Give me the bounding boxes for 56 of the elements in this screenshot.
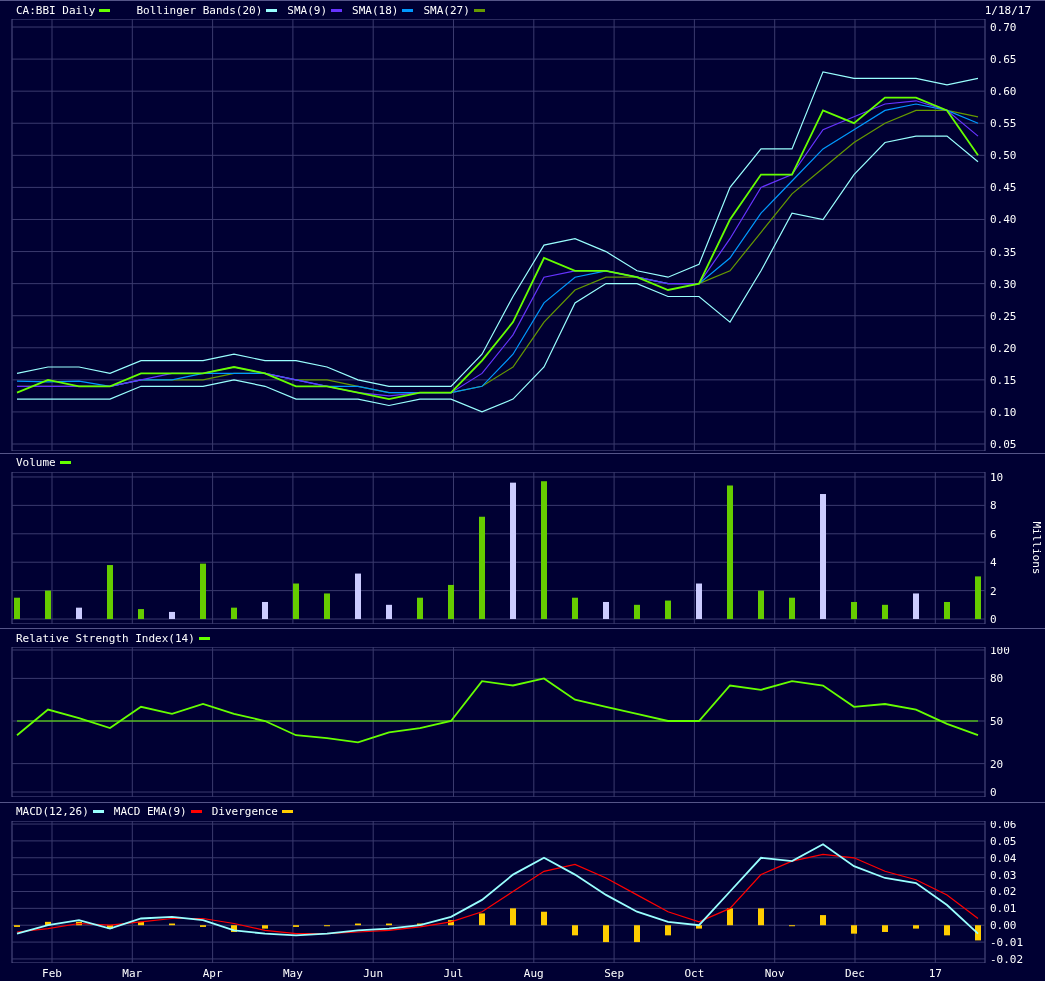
axis-label: May: [282, 966, 303, 980]
tick-label: 20: [990, 757, 1004, 771]
axis-label: Feb: [42, 966, 62, 980]
tick-label: -0.01: [990, 935, 1024, 949]
axis-label: Mar: [122, 966, 143, 980]
tick-label: 0.40: [990, 213, 1017, 227]
tick-label: 0.55: [990, 117, 1017, 131]
tick-label: 2: [990, 584, 997, 598]
axis-title: Millions: [1030, 521, 1043, 575]
axis-label: Nov: [764, 966, 785, 980]
tick-label: -0.02: [990, 952, 1024, 963]
tick-label: 0.05: [990, 438, 1017, 451]
tick-label: 0.45: [990, 181, 1017, 195]
legend-label: Volume: [16, 457, 56, 469]
tick-label: 0.02: [990, 885, 1017, 899]
tick-label: 80: [990, 672, 1004, 686]
tick-label: 0.03: [990, 868, 1017, 882]
legend-label: CA:BBI Daily: [16, 4, 96, 16]
tick-label: 50: [990, 715, 1004, 729]
tick-label: 8: [990, 499, 997, 513]
axis-label: Sep: [604, 966, 625, 980]
legend-label: SMA(9): [287, 4, 328, 16]
legend-label: SMA(18): [352, 4, 399, 16]
legend-label: Bollinger Bands(20): [136, 4, 263, 16]
axis-label: Jul: [443, 966, 464, 980]
tick-label: 0.60: [990, 85, 1017, 99]
tick-label: 0.50: [990, 149, 1017, 163]
axis-label: Jun: [363, 966, 384, 980]
legend-label: Divergence: [211, 806, 278, 818]
tick-label: 0.10: [990, 405, 1017, 419]
legend-label: Relative Strength Index(14): [16, 632, 195, 644]
axis-label: Aug: [523, 966, 544, 980]
axis-label: Dec: [845, 966, 865, 980]
tick-label: 0.15: [990, 373, 1017, 387]
tick-label: 0.70: [990, 21, 1017, 34]
tick-label: 6: [990, 527, 997, 541]
chart-date: 1/18/17: [984, 4, 1031, 16]
tick-label: 0: [990, 612, 997, 624]
tick-label: 0.01: [990, 902, 1017, 916]
tick-label: 0.35: [990, 245, 1017, 259]
tick-label: 10: [990, 471, 1004, 484]
axis-label: Apr: [202, 966, 223, 980]
tick-label: 0: [990, 786, 997, 798]
tick-label: 0.25: [990, 309, 1017, 323]
tick-label: 0.00: [990, 919, 1017, 933]
legend-label: SMA(27): [423, 4, 470, 16]
tick-label: 0.65: [990, 53, 1017, 67]
axis-label: 17: [928, 966, 942, 980]
tick-label: 4: [990, 556, 997, 569]
tick-label: 0.05: [990, 834, 1017, 848]
tick-label: 0.04: [990, 851, 1017, 865]
axis-label: Oct: [684, 966, 705, 980]
legend-label: MACD(12,26): [16, 806, 89, 818]
tick-label: 0.30: [990, 277, 1017, 291]
legend-label: MACD EMA(9): [113, 806, 187, 818]
tick-label: 0.20: [990, 341, 1017, 355]
